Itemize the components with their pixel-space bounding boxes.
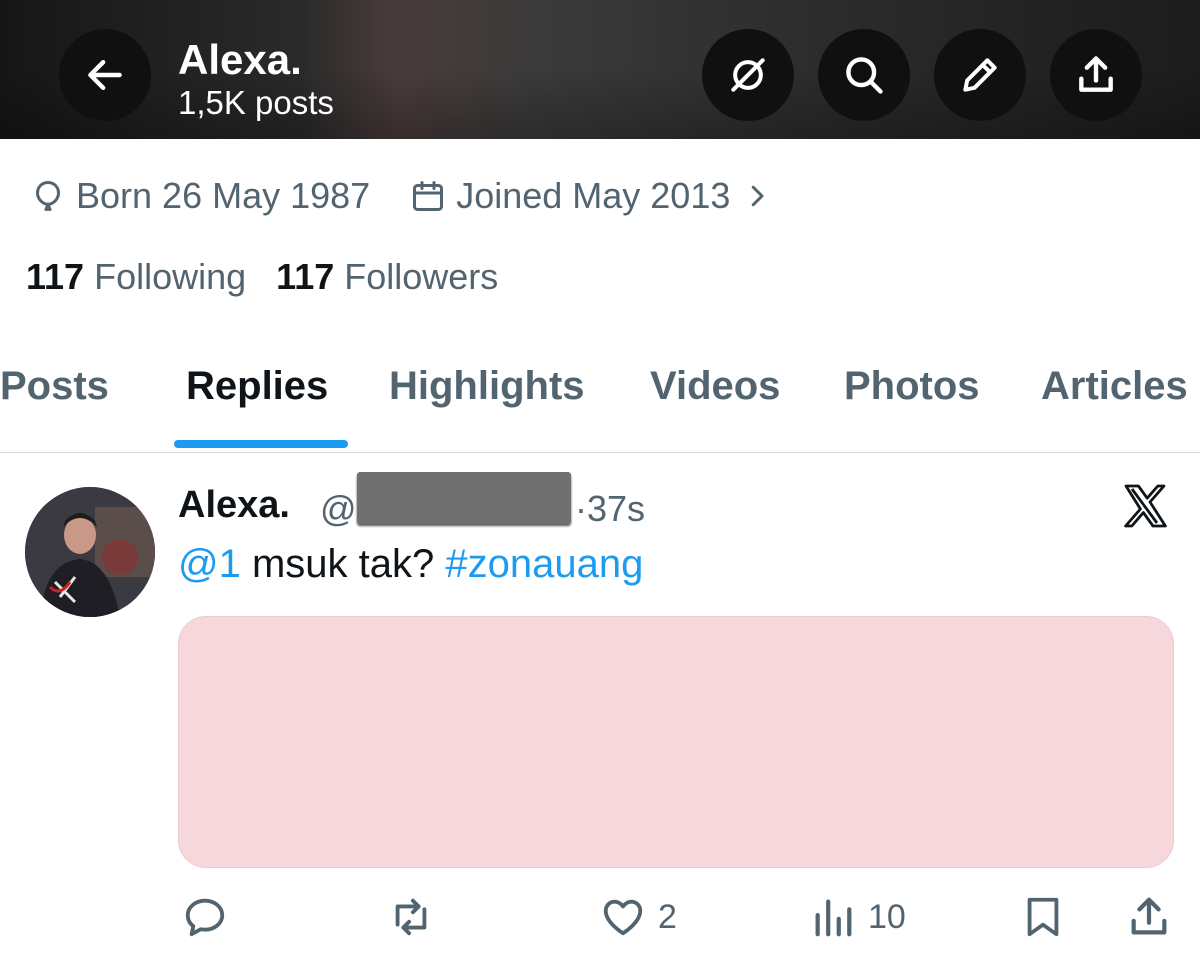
tweet-share-button[interactable] bbox=[1126, 894, 1172, 940]
retweet-icon bbox=[395, 898, 427, 936]
redacted-handle bbox=[357, 472, 571, 524]
avatar-image bbox=[25, 487, 155, 617]
avatar[interactable] bbox=[25, 487, 155, 617]
tab-articles[interactable]: Articles bbox=[1041, 364, 1188, 409]
join-date[interactable]: Joined May 2013 bbox=[410, 175, 772, 217]
calendar-icon bbox=[413, 181, 444, 211]
search-icon bbox=[846, 57, 883, 94]
tab-posts[interactable]: Posts bbox=[0, 364, 109, 409]
header-post-count: 1,5K posts bbox=[178, 84, 334, 121]
profile-tabs: Posts Replies Highlights Videos Photos A… bbox=[0, 358, 1200, 453]
following-link[interactable]: 117 Following bbox=[26, 256, 246, 298]
followers-count: 117 bbox=[276, 256, 335, 297]
retweet-button[interactable] bbox=[388, 894, 446, 940]
following-count: 117 bbox=[26, 256, 85, 297]
analytics-icon bbox=[815, 899, 852, 937]
search-button[interactable] bbox=[818, 29, 910, 121]
profile-meta: Born 26 May 1987 Joined May 2013 bbox=[30, 172, 812, 220]
grok-icon bbox=[731, 58, 765, 92]
bookmark-icon bbox=[1027, 897, 1059, 937]
join-date-text: Joined May 2013 bbox=[456, 175, 731, 216]
tweet-author-name[interactable]: Alexa. bbox=[178, 484, 290, 527]
like-button[interactable]: 2 bbox=[600, 894, 677, 940]
tweet-media[interactable] bbox=[178, 616, 1174, 868]
birth-date-text: Born 26 May 1987 bbox=[76, 175, 371, 216]
tab-highlights[interactable]: Highlights bbox=[389, 364, 585, 409]
reply-button[interactable] bbox=[182, 894, 240, 940]
profile-header: Alexa. 1,5K posts bbox=[0, 0, 1200, 139]
tab-photos[interactable]: Photos bbox=[844, 364, 980, 409]
tweet-mention[interactable]: @1 bbox=[178, 542, 241, 586]
tweet-timestamp[interactable]: ·37s bbox=[575, 488, 645, 530]
tab-replies[interactable]: Replies bbox=[186, 364, 328, 409]
tweet-body: msuk tak? bbox=[240, 542, 446, 586]
share-button[interactable] bbox=[1050, 29, 1142, 121]
header-title: Alexa. bbox=[178, 36, 302, 83]
chevron-right-icon bbox=[752, 185, 764, 207]
bookmark-button[interactable] bbox=[1020, 894, 1066, 940]
tweet-actions: 2 10 bbox=[0, 894, 1200, 946]
view-count: 10 bbox=[868, 897, 906, 936]
balloon-icon bbox=[35, 180, 61, 211]
tweet-hashtag[interactable]: #zonauang bbox=[445, 542, 643, 586]
back-button[interactable] bbox=[59, 29, 151, 121]
follow-stats: 117 Following 117 Followers bbox=[26, 256, 528, 298]
views-button[interactable]: 10 bbox=[810, 894, 906, 940]
like-count: 2 bbox=[658, 897, 677, 936]
heart-icon bbox=[603, 899, 643, 936]
share-icon bbox=[1079, 56, 1113, 92]
back-arrow-icon bbox=[88, 59, 122, 91]
reply-icon bbox=[185, 898, 225, 937]
edit-button[interactable] bbox=[934, 29, 1026, 121]
share-icon bbox=[1131, 897, 1167, 935]
followers-link[interactable]: 117 Followers bbox=[276, 256, 498, 298]
x-logo-icon bbox=[1124, 484, 1167, 528]
grok-button[interactable] bbox=[702, 29, 794, 121]
active-tab-indicator bbox=[174, 440, 348, 448]
tweet-text: @1 msuk tak? #zonauang bbox=[178, 542, 643, 587]
followers-label: Followers bbox=[344, 256, 499, 297]
birth-date: Born 26 May 1987 bbox=[30, 175, 370, 217]
tweet-handle-prefix: @ bbox=[320, 488, 357, 529]
edit-icon bbox=[963, 58, 997, 92]
following-label: Following bbox=[94, 256, 247, 297]
tab-videos[interactable]: Videos bbox=[650, 364, 780, 409]
